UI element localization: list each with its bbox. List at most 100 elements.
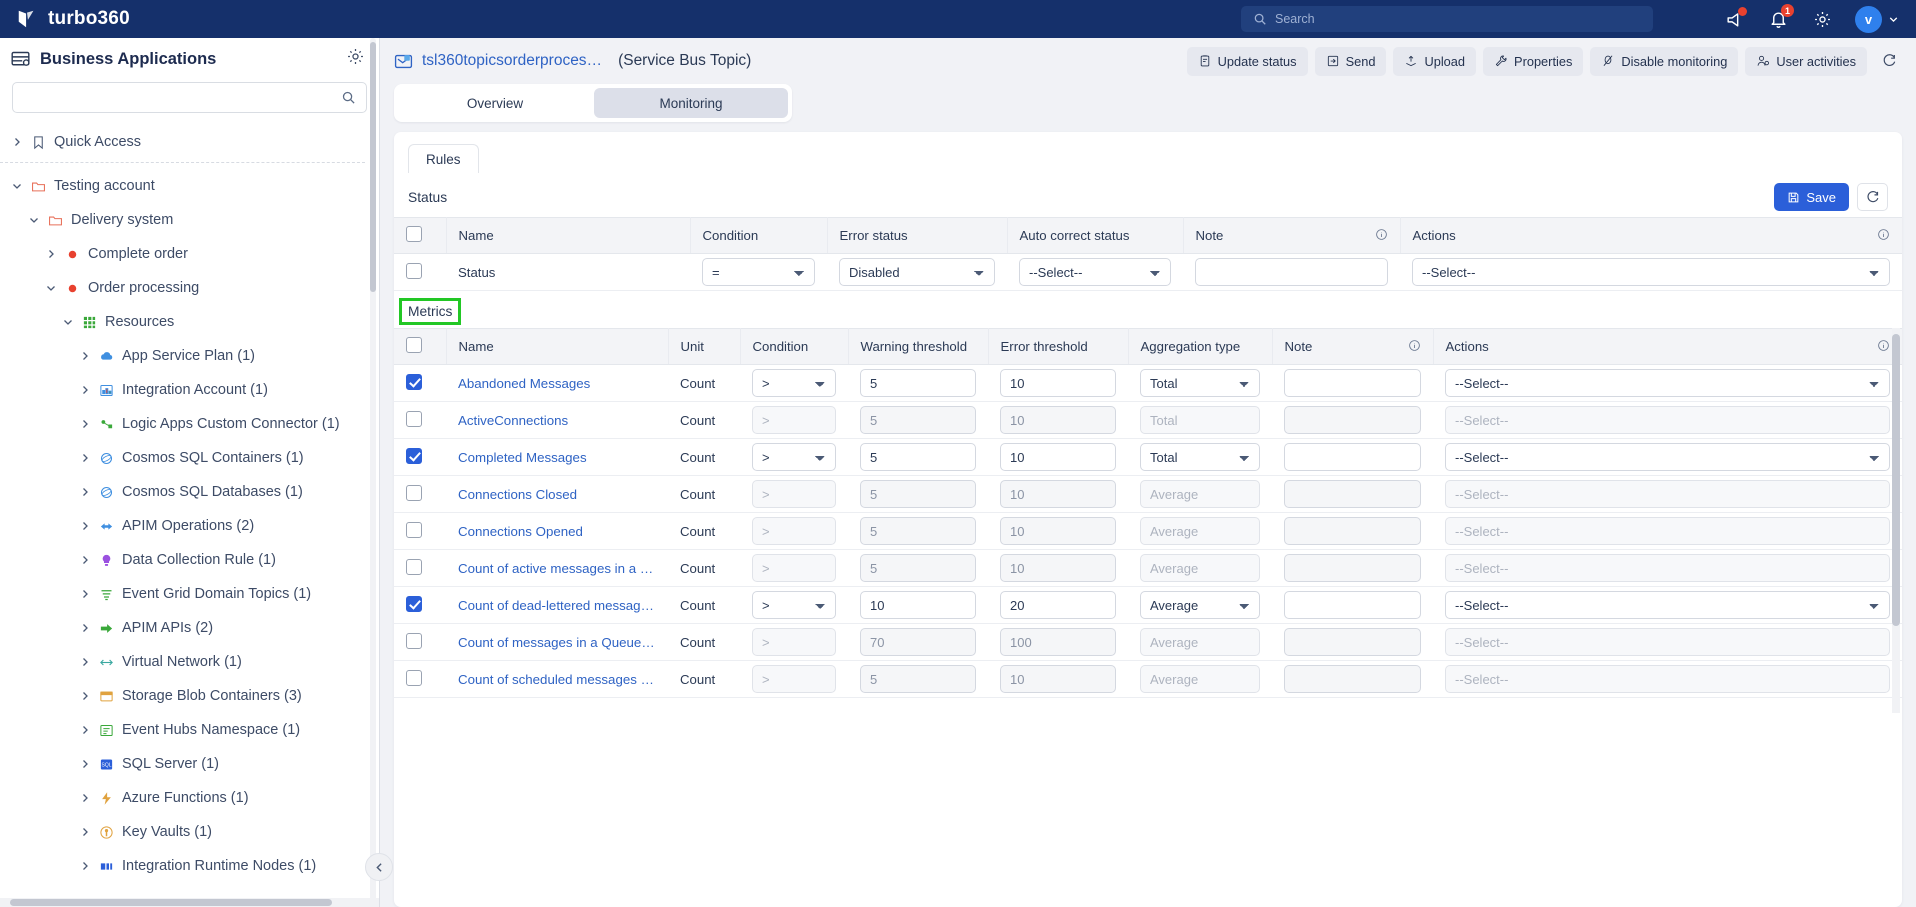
text-input[interactable] [860, 443, 976, 471]
select-input[interactable]: --Select-- [1019, 258, 1171, 286]
chevron-down-icon[interactable] [61, 316, 74, 328]
bell-icon[interactable]: 1 [1767, 4, 1794, 30]
select-input[interactable]: --Select-- [1445, 591, 1890, 619]
row-checkbox[interactable] [406, 521, 422, 538]
sidebar-vertical-scrollbar-thumb[interactable] [370, 42, 376, 292]
metric-name-link[interactable]: Connections Closed [458, 487, 656, 502]
text-input[interactable] [1000, 591, 1116, 619]
select-input[interactable]: > [752, 665, 836, 693]
chevron-right-icon[interactable] [10, 136, 23, 148]
global-search-box[interactable]: Search [1241, 6, 1653, 32]
text-input[interactable] [1000, 665, 1116, 693]
user-activities-button[interactable]: User activities [1745, 46, 1867, 76]
text-input[interactable] [1284, 369, 1421, 397]
tree-item-logic-apps-custom-connector-1[interactable]: Logic Apps Custom Connector (1) [0, 407, 365, 441]
tree-item-complete-order[interactable]: Complete order [0, 237, 365, 271]
chevron-right-icon[interactable] [78, 792, 91, 804]
select-input[interactable]: > [752, 369, 836, 397]
select-input[interactable]: --Select-- [1445, 517, 1890, 545]
metrics-scrollbar-thumb[interactable] [1892, 334, 1900, 626]
text-input[interactable] [860, 480, 976, 508]
metric-name-link[interactable]: Completed Messages [458, 450, 656, 465]
tree-item-sql-server-1[interactable]: SQL SQL Server (1) [0, 747, 365, 781]
sidebar-horizontal-scrollbar-thumb[interactable] [10, 899, 332, 906]
text-input[interactable] [1000, 406, 1116, 434]
metric-name-link[interactable]: Count of dead-lettered messages i… [458, 598, 656, 613]
row-checkbox[interactable] [406, 558, 422, 575]
row-checkbox[interactable] [406, 447, 422, 464]
select-all-checkbox[interactable] [406, 337, 422, 353]
select-input[interactable]: Average [1140, 480, 1260, 508]
select-input[interactable]: Average [1140, 665, 1260, 693]
text-input[interactable] [1284, 591, 1421, 619]
sidebar-search-input[interactable] [23, 90, 341, 105]
select-input[interactable]: Average [1140, 517, 1260, 545]
chevron-right-icon[interactable] [78, 656, 91, 668]
chevron-right-icon[interactable] [78, 724, 91, 736]
chevron-right-icon[interactable] [78, 418, 91, 430]
text-input[interactable] [1000, 369, 1116, 397]
info-icon[interactable] [1408, 339, 1421, 352]
tab-monitoring[interactable]: Monitoring [594, 88, 788, 118]
tab-overview[interactable]: Overview [398, 88, 592, 118]
tree-item-cosmos-sql-databases-1[interactable]: Cosmos SQL Databases (1) [0, 475, 365, 509]
row-checkbox[interactable] [406, 669, 422, 686]
text-input[interactable] [860, 369, 976, 397]
chevron-down-icon[interactable] [10, 180, 23, 192]
select-input[interactable]: --Select-- [1445, 369, 1890, 397]
metric-name-link[interactable]: ActiveConnections [458, 413, 656, 428]
text-input[interactable] [1000, 554, 1116, 582]
select-input[interactable]: > [752, 443, 836, 471]
tree-item-app-service-plan-1[interactable]: App Service Plan (1) [0, 339, 365, 373]
resource-tree[interactable]: Quick Access Testing account Delivery syst… [0, 125, 379, 907]
select-input[interactable]: Disabled [839, 258, 995, 286]
chevron-right-icon[interactable] [78, 826, 91, 838]
tree-item-delivery-system[interactable]: Delivery system [0, 203, 365, 237]
select-input[interactable]: Total [1140, 369, 1260, 397]
tree-item-azure-functions-1[interactable]: Azure Functions (1) [0, 781, 365, 815]
tree-item-virtual-network-1[interactable]: Virtual Network (1) [0, 645, 365, 679]
metric-name-link[interactable]: Count of scheduled messages in a … [458, 672, 656, 687]
select-all-checkbox[interactable] [406, 226, 422, 242]
text-input[interactable] [860, 628, 976, 656]
text-input[interactable] [1000, 443, 1116, 471]
user-menu[interactable]: v [1855, 5, 1900, 33]
tree-item-apim-apis-2[interactable]: APIM APIs (2) [0, 611, 365, 645]
chevron-right-icon[interactable] [78, 758, 91, 770]
select-input[interactable]: --Select-- [1445, 554, 1890, 582]
tree-item-quick-access[interactable]: Quick Access [0, 125, 365, 159]
row-checkbox[interactable] [406, 595, 422, 612]
select-input[interactable]: > [752, 517, 836, 545]
select-input[interactable]: --Select-- [1445, 480, 1890, 508]
select-input[interactable]: > [752, 480, 836, 508]
row-checkbox[interactable] [406, 410, 422, 427]
chevron-right-icon[interactable] [78, 520, 91, 532]
text-input[interactable] [860, 665, 976, 693]
tree-item-storage-blob-containers-3[interactable]: Storage Blob Containers (3) [0, 679, 365, 713]
row-checkbox[interactable] [406, 262, 422, 279]
text-input[interactable] [860, 406, 976, 434]
select-input[interactable]: Average [1140, 554, 1260, 582]
properties-button[interactable]: Properties [1483, 46, 1584, 76]
tree-item-order-processing[interactable]: Order processing [0, 271, 365, 305]
metric-name-link[interactable]: Count of active messages in a Que… [458, 561, 656, 576]
info-icon[interactable] [1877, 339, 1890, 352]
tree-item-integration-account-1[interactable]: Integration Account (1) [0, 373, 365, 407]
tree-item-cosmos-sql-containers-1[interactable]: Cosmos SQL Containers (1) [0, 441, 365, 475]
text-input[interactable] [1195, 258, 1388, 286]
tree-item-integration-runtime-nodes-1[interactable]: Integration Runtime Nodes (1) [0, 849, 365, 883]
row-checkbox[interactable] [406, 373, 422, 390]
save-button[interactable]: Save [1774, 183, 1849, 211]
select-input[interactable]: --Select-- [1445, 665, 1890, 693]
chevron-right-icon[interactable] [78, 350, 91, 362]
gear-icon[interactable] [1811, 8, 1833, 30]
text-input[interactable] [1284, 480, 1421, 508]
select-input[interactable]: --Select-- [1445, 406, 1890, 434]
chevron-right-icon[interactable] [44, 248, 57, 260]
select-input[interactable]: --Select-- [1445, 443, 1890, 471]
text-input[interactable] [1284, 554, 1421, 582]
header-refresh-button[interactable] [1874, 47, 1904, 76]
text-input[interactable] [1000, 628, 1116, 656]
upload-button[interactable]: Upload [1393, 46, 1477, 76]
tree-item-key-vaults-1[interactable]: Key Vaults (1) [0, 815, 365, 849]
